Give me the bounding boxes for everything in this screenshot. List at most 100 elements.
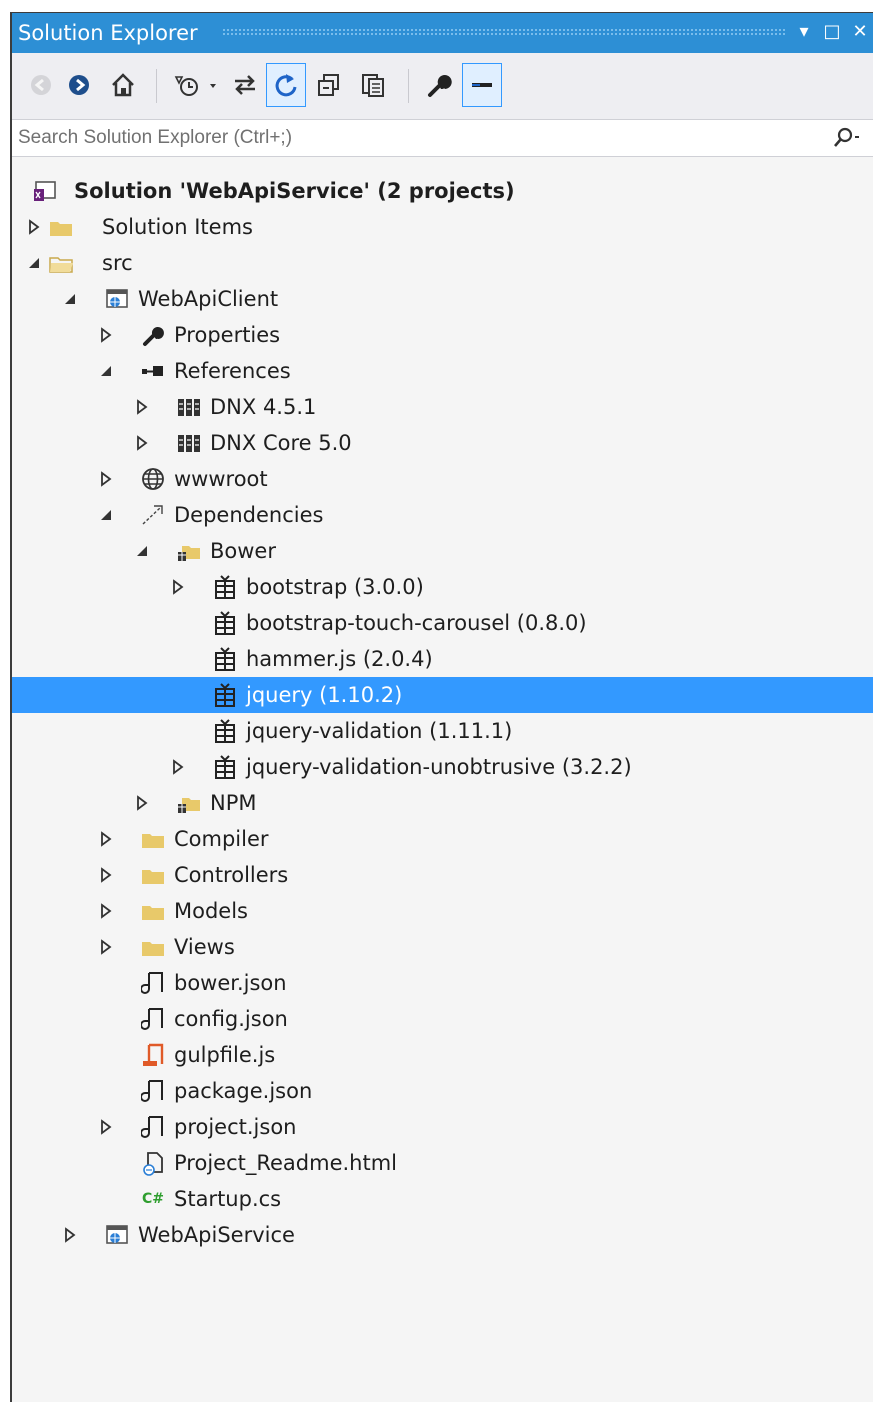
tree-item-label: jquery-validation-unobtrusive (3.2.2) (246, 755, 632, 779)
expand-arrow-icon[interactable] (60, 1217, 80, 1253)
framework-icon (176, 430, 202, 456)
solution-explorer-window: Solution Explorer ▾ □ ✕ Search Solution … (10, 12, 873, 1402)
expand-chevron-icon (137, 399, 148, 415)
pending-changes-filter-button[interactable] (168, 63, 224, 107)
folder-icon (140, 934, 166, 960)
properties-button[interactable] (420, 63, 456, 107)
tree-item[interactable]: Compiler (12, 821, 873, 857)
tree-item-label: jquery (1.10.2) (246, 683, 403, 707)
tree-item-label: wwwroot (174, 467, 268, 491)
tree-item-label: bootstrap-touch-carousel (0.8.0) (246, 611, 587, 635)
tree-item[interactable]: Properties (12, 317, 873, 353)
sync-button[interactable] (228, 63, 262, 107)
tree-item[interactable]: bower.json (12, 965, 873, 1001)
home-button[interactable] (106, 63, 140, 107)
tree-item[interactable]: jquery (1.10.2) (12, 677, 873, 713)
tree-item[interactable]: bootstrap (3.0.0) (12, 569, 873, 605)
tree-item[interactable]: hammer.js (2.0.4) (12, 641, 873, 677)
expand-chevron-icon (137, 795, 148, 811)
expand-chevron-icon (101, 831, 112, 847)
expand-arrow-icon[interactable] (96, 1109, 116, 1145)
expand-arrow-icon[interactable] (96, 857, 116, 893)
tree-item-label: Controllers (174, 863, 289, 887)
close-button[interactable]: ✕ (847, 17, 873, 47)
tree-item[interactable]: src (12, 245, 873, 281)
clock-filter-icon (174, 76, 216, 96)
tree-item[interactable]: WebApiClient (12, 281, 873, 317)
tree-item[interactable]: jquery-validation-unobtrusive (3.2.2) (12, 749, 873, 785)
forward-button[interactable] (64, 63, 94, 107)
maximize-button[interactable]: □ (819, 17, 845, 47)
expand-arrow-icon[interactable] (132, 785, 152, 821)
expand-arrow-icon[interactable] (96, 821, 116, 857)
tree-item-label: DNX Core 5.0 (210, 431, 352, 455)
collapse-arrow-icon[interactable] (96, 497, 116, 533)
json-file-icon (140, 1078, 166, 1104)
js-file-icon (140, 1042, 166, 1068)
collapse-all-button[interactable] (312, 63, 346, 107)
expand-arrow-icon[interactable] (24, 209, 44, 245)
tree-item[interactable]: gulpfile.js (12, 1037, 873, 1073)
preview-selected-items-button[interactable] (462, 63, 502, 107)
tree-item-label: Properties (174, 323, 281, 347)
tree-item[interactable]: WebApiService (12, 1217, 873, 1253)
tree-item-label: hammer.js (2.0.4) (246, 647, 433, 671)
refresh-button[interactable] (266, 63, 306, 107)
tree-item[interactable]: Solution Items (12, 209, 873, 245)
search-input[interactable] (18, 122, 798, 154)
tree-item[interactable]: Models (12, 893, 873, 929)
search-icon[interactable] (831, 126, 861, 154)
tree-item[interactable]: config.json (12, 1001, 873, 1037)
collapse-arrow-icon[interactable] (60, 281, 80, 317)
tree-item[interactable]: Views (12, 929, 873, 965)
tree-item[interactable]: Bower (12, 533, 873, 569)
tree-item-label: jquery-validation (1.11.1) (246, 719, 513, 743)
collapse-chevron-icon (101, 366, 111, 376)
tree-item[interactable]: NPM (12, 785, 873, 821)
tree-item[interactable]: bootstrap-touch-carousel (0.8.0) (12, 605, 873, 641)
search-bar (12, 119, 873, 157)
tree-item-label: Solution Items (102, 215, 253, 239)
tree-item[interactable]: jquery-validation (1.11.1) (12, 713, 873, 749)
expand-arrow-icon[interactable] (168, 569, 188, 605)
expand-chevron-icon (173, 579, 184, 595)
tree-item[interactable]: wwwroot (12, 461, 873, 497)
expand-arrow-icon[interactable] (132, 425, 152, 461)
package-folder-icon (176, 538, 202, 564)
expand-chevron-icon (101, 1119, 112, 1135)
tree-item-label: Models (174, 899, 248, 923)
forward-icon (69, 75, 89, 95)
tree-item[interactable]: References (12, 353, 873, 389)
expand-arrow-icon[interactable] (96, 929, 116, 965)
collapse-arrow-icon[interactable] (24, 245, 44, 281)
expand-arrow-icon[interactable] (132, 389, 152, 425)
tree-item-label: package.json (174, 1079, 313, 1103)
title-bar[interactable]: Solution Explorer ▾ □ ✕ (12, 13, 873, 53)
tree-item[interactable]: Dependencies (12, 497, 873, 533)
folder-icon (48, 214, 74, 240)
tree-item[interactable]: project.json (12, 1109, 873, 1145)
tree-item[interactable]: package.json (12, 1073, 873, 1109)
tree-item[interactable]: Controllers (12, 857, 873, 893)
tree-item[interactable]: DNX 4.5.1 (12, 389, 873, 425)
show-all-files-button[interactable] (356, 63, 390, 107)
expand-arrow-icon[interactable] (96, 893, 116, 929)
tree-item[interactable]: Project_Readme.html (12, 1145, 873, 1181)
tree-item-label: config.json (174, 1007, 288, 1031)
collapse-arrow-icon[interactable] (132, 533, 152, 569)
collapse-chevron-icon (101, 510, 111, 520)
wrench-icon (140, 322, 166, 348)
tree-item[interactable]: C# Startup.cs (12, 1181, 873, 1217)
expand-arrow-icon[interactable] (168, 749, 188, 785)
tree-item[interactable]: DNX Core 5.0 (12, 425, 873, 461)
expand-arrow-icon[interactable] (96, 461, 116, 497)
window-position-button[interactable]: ▾ (791, 17, 817, 47)
references-icon (140, 358, 166, 384)
tree-item-label: Compiler (174, 827, 269, 851)
tree-item-label: Startup.cs (174, 1187, 282, 1211)
back-button[interactable] (26, 63, 56, 107)
tree-item[interactable]: Solution 'WebApiService' (2 projects) (12, 173, 873, 209)
collapse-arrow-icon[interactable] (96, 353, 116, 389)
expand-arrow-icon[interactable] (96, 317, 116, 353)
tree-item-label: Views (174, 935, 235, 959)
